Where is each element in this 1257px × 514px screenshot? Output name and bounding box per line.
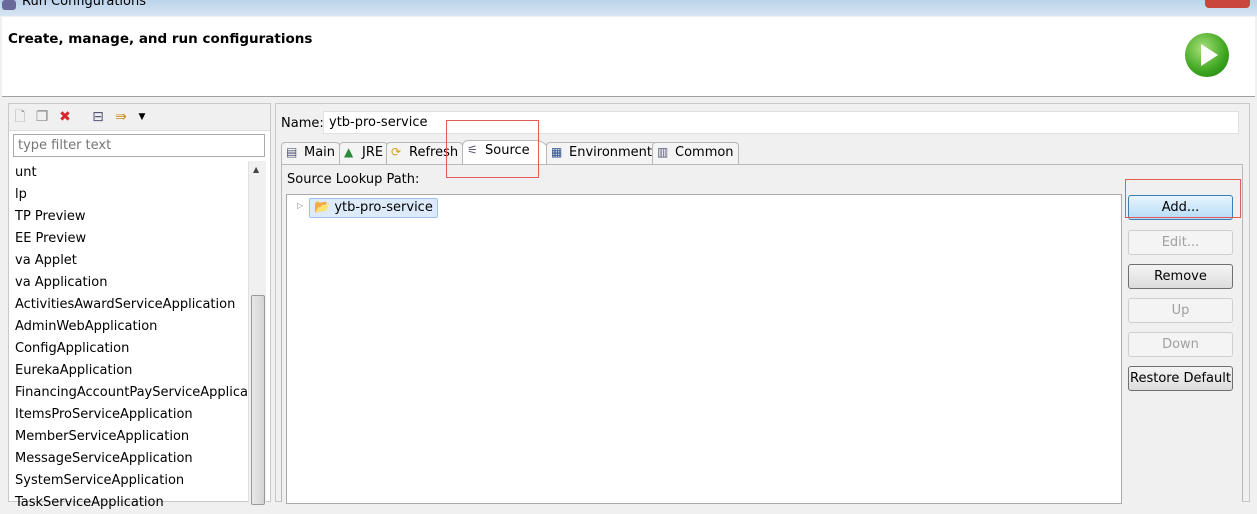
collapse-all-icon[interactable]: ⊟ — [89, 108, 107, 126]
list-item[interactable]: MessageServiceApplication — [9, 448, 249, 470]
configuration-list-panel: 🗋 ❐ ✖ ⊟ ⇛ ▼ unt lp TP Preview EE Preview… — [8, 103, 271, 510]
jre-icon: ▲ — [344, 145, 354, 159]
filter-input[interactable] — [13, 134, 265, 157]
up-button[interactable]: Up — [1128, 298, 1233, 323]
source-lookup-tree[interactable]: ▷ 📂 ytb-pro-service — [286, 194, 1122, 504]
list-item[interactable]: TP Preview — [9, 206, 249, 228]
configuration-tree: unt lp TP Preview EE Preview va Applet v… — [9, 162, 249, 514]
new-config-icon[interactable]: 🗋 — [11, 108, 29, 126]
dropdown-icon[interactable]: ▼ — [133, 108, 151, 126]
list-item[interactable]: EurekaApplication — [9, 360, 249, 382]
list-item[interactable]: TaskServiceApplication — [9, 492, 249, 514]
filter-icon[interactable]: ⇛ — [112, 108, 130, 126]
delete-icon[interactable]: ✖ — [56, 108, 74, 126]
main-tab-icon: ▤ — [286, 145, 298, 159]
tab-environment[interactable]: ▦ Environment — [546, 142, 658, 164]
common-icon: ▥ — [657, 145, 669, 159]
run-icon — [1185, 33, 1229, 77]
tab-main[interactable]: ▤ Main — [281, 142, 341, 164]
tab-label: Environment — [569, 145, 653, 160]
tab-label: Main — [304, 145, 336, 160]
expand-arrow-icon[interactable]: ▷ — [297, 201, 303, 210]
list-item[interactable]: ConfigApplication — [9, 338, 249, 360]
close-button[interactable] — [1205, 0, 1250, 8]
duplicate-icon[interactable]: ❐ — [33, 108, 51, 126]
tab-label: JRE — [362, 145, 384, 160]
source-tab-content: Source Lookup Path: ▷ 📂 ytb-pro-service … — [281, 164, 1243, 504]
dialog-header: Create, manage, and run configurations — [2, 17, 1255, 97]
refresh-icon: ⟳ — [391, 145, 402, 159]
scroll-up-icon[interactable]: ▲ — [253, 165, 259, 174]
list-item[interactable]: va Application — [9, 272, 249, 294]
annotation-box-add-button — [1125, 179, 1241, 218]
edit-button[interactable]: Edit... — [1128, 230, 1233, 255]
app-icon — [2, 0, 16, 10]
tab-label: Common — [675, 145, 734, 160]
list-item[interactable]: MemberServiceApplication — [9, 426, 249, 448]
tab-jre[interactable]: ▲ JRE — [339, 142, 389, 164]
source-lookup-label: Source Lookup Path: — [287, 172, 420, 187]
down-button[interactable]: Down — [1128, 332, 1233, 357]
annotation-box-source-tab — [446, 120, 539, 178]
list-item[interactable]: EE Preview — [9, 228, 249, 250]
scrollbar-thumb[interactable] — [251, 295, 265, 505]
title-bar: Run Configurations — [0, 0, 1257, 16]
tree-item[interactable]: 📂 ytb-pro-service — [309, 198, 438, 218]
tree-item-label: ytb-pro-service — [334, 200, 433, 215]
list-item[interactable]: unt — [9, 162, 249, 184]
name-label: Name: — [281, 116, 324, 131]
list-item[interactable]: FinancingAccountPayServiceApplication — [9, 382, 249, 404]
list-item[interactable]: AdminWebApplication — [9, 316, 249, 338]
list-item[interactable]: ActivitiesAwardServiceApplication — [9, 294, 249, 316]
window-title: Run Configurations — [22, 0, 146, 9]
list-item[interactable]: SystemServiceApplication — [9, 470, 249, 492]
dialog-title: Create, manage, and run configurations — [8, 31, 313, 47]
configuration-editor: Name: ▤Main ▲JRE ⟳Refresh ⚟Source ▦Envir… — [275, 103, 1250, 504]
environment-icon: ▦ — [551, 145, 563, 159]
project-folder-icon: 📂 — [314, 200, 331, 215]
restore-default-button[interactable]: Restore Default — [1128, 366, 1233, 391]
list-item[interactable]: va Applet — [9, 250, 249, 272]
list-item[interactable]: lp — [9, 184, 249, 206]
tab-common[interactable]: ▥ Common — [652, 142, 739, 164]
list-toolbar: 🗋 ❐ ✖ ⊟ ⇛ ▼ — [9, 104, 270, 131]
remove-button[interactable]: Remove — [1128, 264, 1233, 289]
vertical-scrollbar[interactable]: ▲ — [248, 161, 266, 505]
list-item[interactable]: ItemsProServiceApplication — [9, 404, 249, 426]
